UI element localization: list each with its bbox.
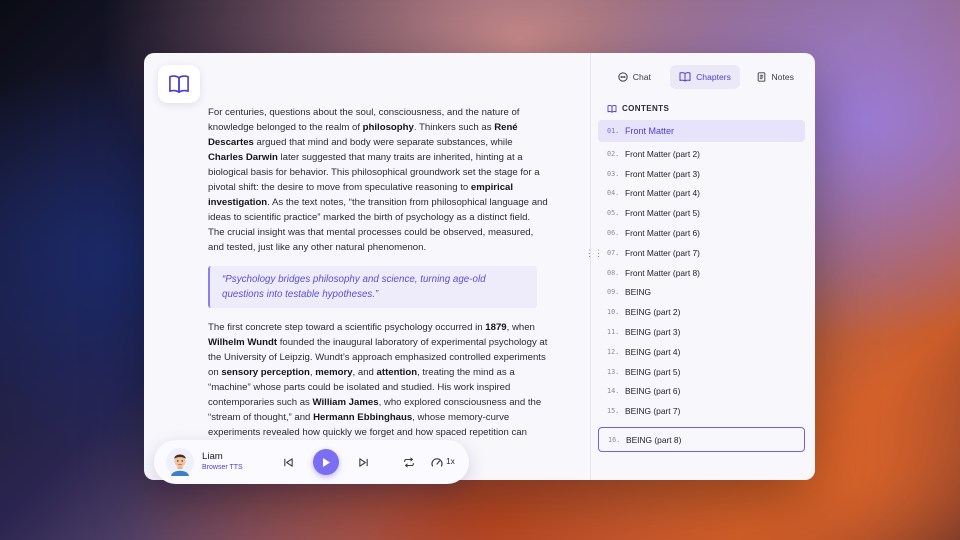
chapter-number: 13. [607, 367, 620, 376]
chapter-title: BEING (part 6) [625, 386, 681, 397]
notes-icon [758, 72, 766, 82]
speed-button[interactable] [430, 455, 444, 469]
paragraph-1: For centuries, questions about the soul,… [208, 105, 548, 255]
chapter-title: BEING [625, 287, 652, 298]
chapter-list: 01. Front Matter 02. Front Matter (part 2) 0… [598, 120, 805, 453]
chapter-number: 08. [607, 268, 620, 277]
bold-term: Wilhelm Wundt [208, 337, 278, 348]
chapter-number: 06. [607, 229, 620, 238]
book-open-icon [607, 104, 617, 113]
tab-notes-label: Notes [771, 72, 794, 82]
skip-forward-icon [358, 457, 368, 467]
chapter-number: 10. [607, 308, 620, 317]
play-button[interactable] [313, 449, 339, 475]
side-tabs: Chat Chapters Notes [599, 65, 811, 89]
pull-quote: “Psychology bridges philosophy and scien… [208, 266, 537, 308]
audio-player: Liam Browser TTS 1x [154, 440, 469, 484]
chapter-title: Front Matter (part 5) [625, 208, 700, 219]
chapter-number: 04. [607, 189, 620, 198]
next-button[interactable] [356, 455, 370, 469]
chapter-item[interactable]: 15. BEING (part 7) [598, 401, 805, 421]
text-run: The first concrete step toward a scienti… [208, 322, 486, 333]
chapter-number: 03. [607, 169, 620, 178]
book-open-icon [679, 72, 691, 82]
chapter-title: Front Matter (part 3) [625, 168, 700, 179]
chapter-title: BEING (part 2) [625, 307, 681, 318]
skip-back-icon [283, 457, 293, 467]
avatar [166, 448, 194, 476]
chapter-number: 16. [608, 435, 621, 444]
chapter-number: 15. [607, 407, 620, 416]
chapter-item[interactable]: 11. BEING (part 3) [598, 322, 805, 342]
tab-chat-label: Chat [632, 72, 651, 82]
chapter-title: Front Matter (part 4) [625, 188, 700, 199]
chapter-item[interactable]: 04. Front Matter (part 4) [598, 184, 805, 204]
text-run: , and [352, 367, 377, 378]
gauge-icon [431, 457, 443, 467]
voice-source: Browser TTS [202, 464, 243, 471]
chapter-item[interactable]: 05. Front Matter (part 5) [598, 203, 805, 223]
bold-term: Hermann Ebbinghaus [313, 412, 413, 423]
text-run: . Thinkers such as [413, 122, 495, 133]
chapter-item[interactable]: 12. BEING (part 4) [598, 342, 805, 362]
tab-chapters[interactable]: Chapters [669, 65, 741, 89]
tab-chapters-label: Chapters [696, 72, 731, 82]
chapter-number: 05. [607, 209, 620, 218]
bold-term: sensory perception [221, 367, 310, 378]
chapter-number: 11. [607, 328, 620, 337]
bold-term: philosophy [362, 122, 414, 133]
chapter-item[interactable]: 10. BEING (part 2) [598, 302, 805, 322]
chapter-item[interactable]: 01. Front Matter [598, 120, 805, 142]
text-run: argued that mind and body were separate … [253, 137, 513, 148]
chapter-title: Front Matter [625, 126, 675, 136]
chapter-title: Front Matter (part 8) [625, 267, 700, 278]
tab-notes[interactable]: Notes [740, 65, 811, 89]
chapter-title: Front Matter (part 2) [625, 148, 700, 159]
chapter-title: BEING (part 8) [626, 434, 682, 445]
chapter-title: Front Matter (part 7) [625, 247, 700, 258]
chapter-item[interactable]: 09. BEING [598, 283, 805, 303]
play-icon [323, 457, 330, 467]
chapter-title: Front Matter (part 6) [625, 228, 700, 239]
chapter-title: BEING (part 5) [625, 366, 681, 377]
speed-value[interactable]: 1x [446, 456, 455, 466]
chapter-item[interactable]: 08. Front Matter (part 8) [598, 263, 805, 283]
chapter-number: 12. [607, 347, 620, 356]
chapter-item[interactable]: 06. Front Matter (part 6) [598, 223, 805, 243]
contents-heading: CONTENTS [607, 104, 669, 113]
chapter-item[interactable]: 07. Front Matter (part 7) [598, 243, 805, 263]
repeat-icon [404, 457, 414, 467]
bold-term: memory [315, 367, 353, 378]
voice-name: Liam [202, 451, 223, 462]
chapter-item[interactable]: 14. BEING (part 6) [598, 382, 805, 402]
chapter-number: 07. [607, 248, 620, 257]
previous-button[interactable] [281, 455, 295, 469]
bold-term: 1879 [485, 322, 507, 333]
chapter-number: 01. [607, 127, 620, 135]
reader-window: For centuries, questions about the soul,… [144, 53, 815, 480]
chapter-number: 09. [607, 288, 620, 297]
chapter-item[interactable]: 13. BEING (part 5) [598, 362, 805, 382]
chapter-item[interactable]: 03. Front Matter (part 3) [598, 164, 805, 184]
chapter-title: BEING (part 4) [625, 346, 681, 357]
chapter-number: 14. [607, 387, 620, 396]
text-run: , when [506, 322, 535, 333]
chapter-item[interactable]: 02. Front Matter (part 2) [598, 144, 805, 164]
chapter-title: BEING (part 3) [625, 327, 681, 338]
tab-chat[interactable]: Chat [599, 65, 670, 89]
chapter-number: 02. [607, 149, 620, 158]
bold-term: Charles Darwin [208, 152, 278, 163]
book-icon [169, 75, 189, 93]
chapter-item[interactable]: 16. BEING (part 8) [598, 427, 805, 453]
bold-term: William James [312, 397, 379, 408]
side-panel: Chat Chapters Notes CONTENTS 01. Front Ma… [591, 53, 815, 480]
repeat-button[interactable] [402, 455, 416, 469]
library-button[interactable] [158, 65, 200, 103]
chapter-title: BEING (part 7) [625, 406, 681, 417]
contents-heading-label: CONTENTS [622, 104, 670, 113]
chat-icon [618, 72, 628, 82]
reader-content: For centuries, questions about the soul,… [208, 105, 548, 466]
bold-term: attention [376, 367, 418, 378]
paragraph-2: The first concrete step toward a scienti… [208, 320, 548, 455]
